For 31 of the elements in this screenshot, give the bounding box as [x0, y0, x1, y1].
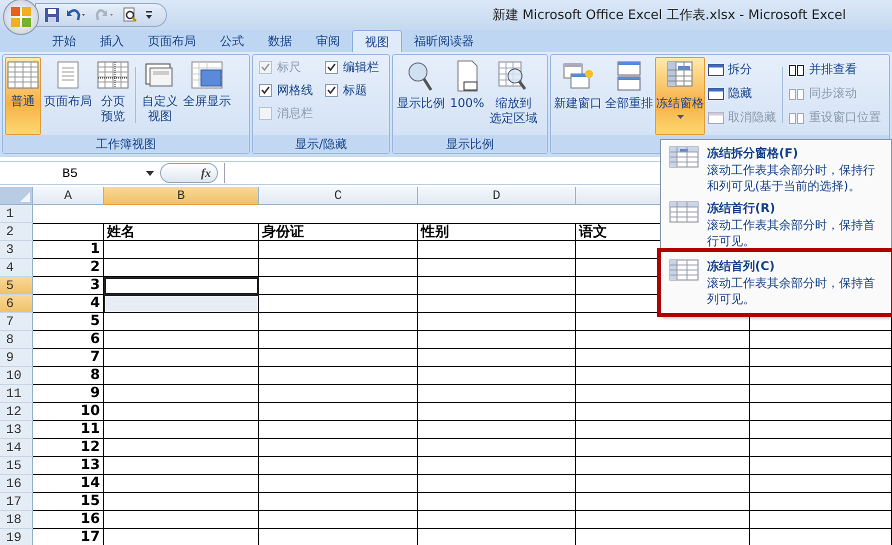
cell-text: 17 [80, 529, 100, 545]
cell-text: 1 [90, 241, 100, 257]
cell-text: 11 [80, 421, 100, 437]
cell-text: 语文 [579, 224, 607, 240]
cell-text: 8 [90, 367, 100, 383]
cell-text: 16 [80, 511, 100, 527]
menu-item-title: 冻结首列(C) [707, 258, 776, 275]
cell-text: 10 [80, 403, 100, 419]
cell-text: 13 [80, 457, 100, 473]
cell-text: 3 [90, 277, 100, 293]
cell-text: 7 [90, 349, 100, 365]
window-title: 新建 Microsoft Office Excel 工作表.xlsx - Microsoft Excel [492, 7, 846, 24]
cell-text: 性别 [421, 224, 449, 240]
menu-item-description: 滚动工作表其余部分时，保持首列可见。 [707, 275, 876, 307]
cell-text: 14 [80, 475, 100, 491]
cell-text: 6 [90, 331, 100, 347]
group-label: 显示/隐藏 [253, 135, 389, 153]
cell-text: 2 [90, 259, 100, 275]
cell-text: 身份证 [262, 224, 304, 240]
menu-item-description: 滚动工作表其余部分时，保持首行可见。 [707, 217, 876, 249]
cell-text: 9 [90, 385, 100, 401]
cell-text: 12 [80, 439, 100, 455]
menu-item-description: 滚动工作表其余部分时，保持行和列可见(基于当前的选择)。 [707, 162, 876, 194]
cell-text: 5 [90, 313, 100, 329]
cell-text: 姓名 [107, 224, 135, 240]
group-label: 显示比例 [393, 135, 547, 153]
menu-item-title: 冻结拆分窗格(F) [707, 145, 800, 162]
cell-text: 15 [80, 493, 100, 509]
cell-text: 4 [90, 295, 100, 311]
menu-item-title: 冻结首行(R) [707, 200, 776, 217]
group-label: 工作簿视图 [3, 135, 249, 153]
